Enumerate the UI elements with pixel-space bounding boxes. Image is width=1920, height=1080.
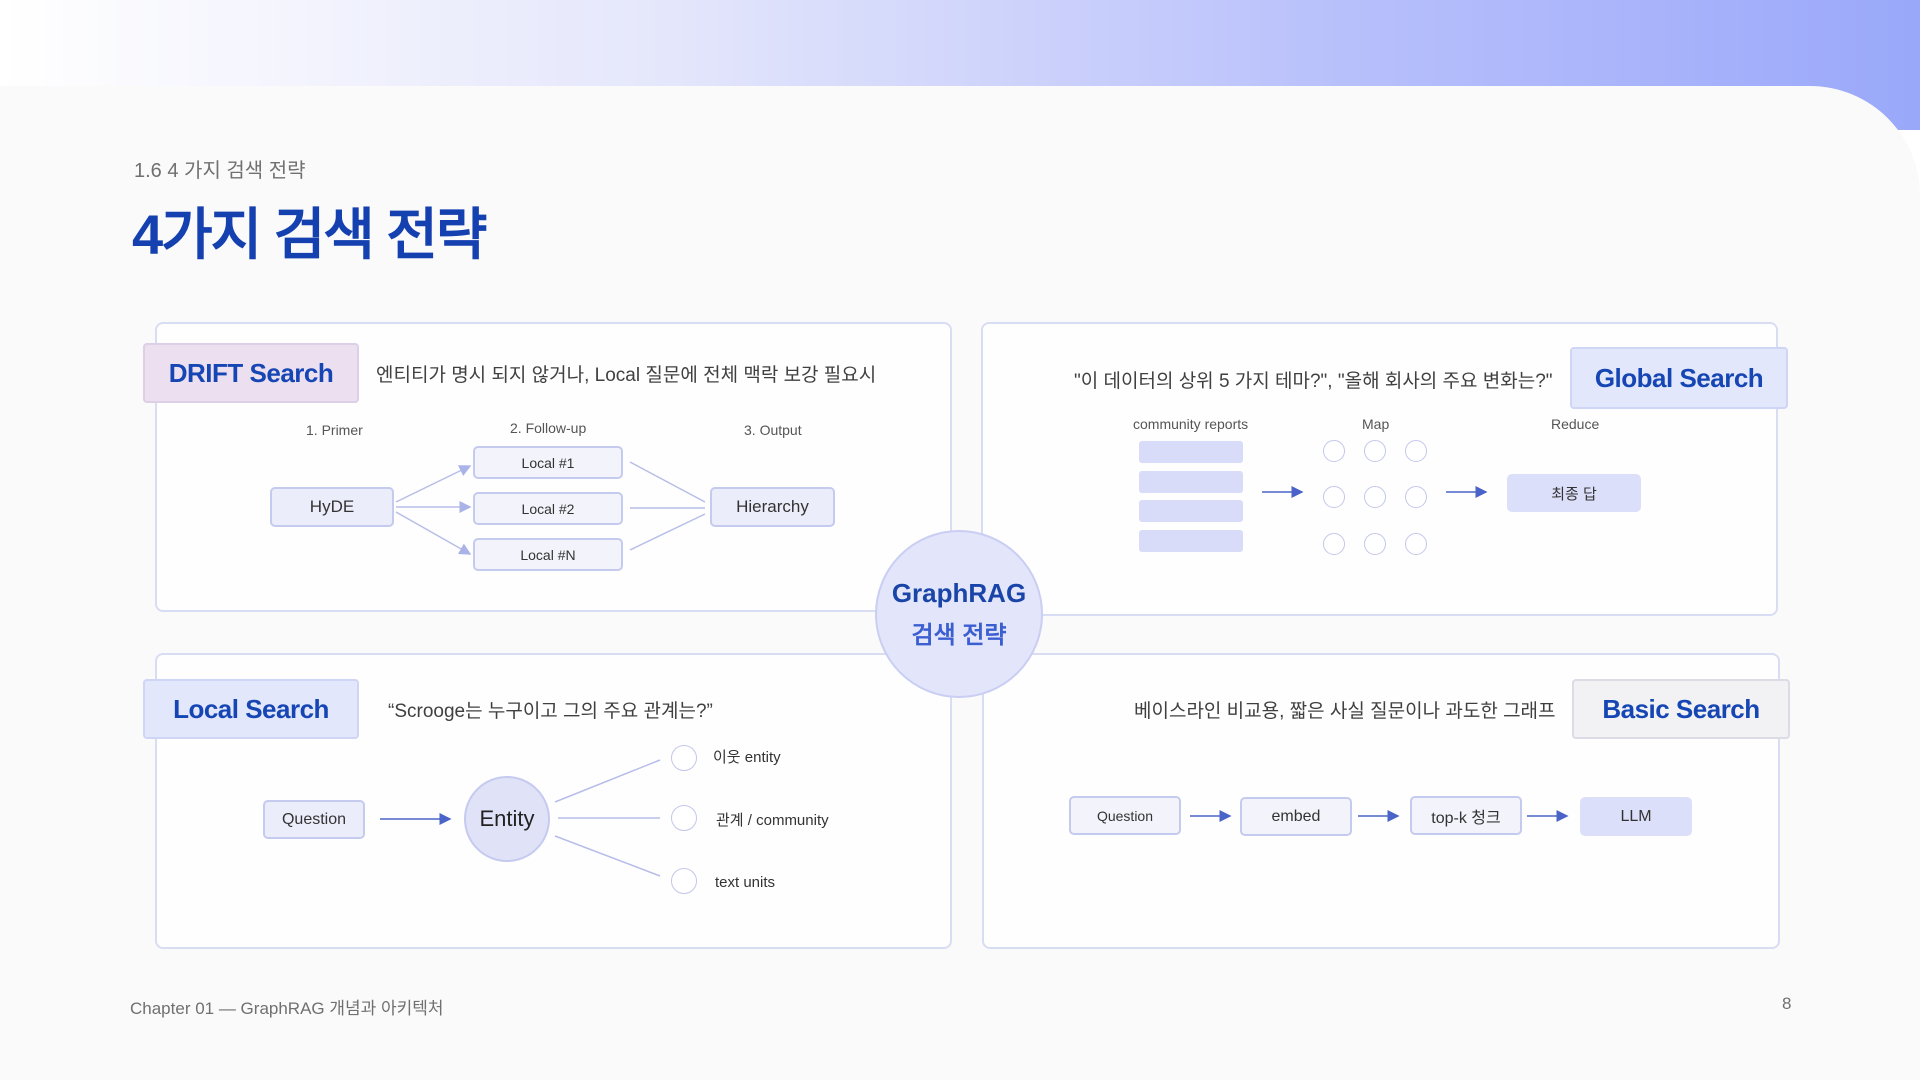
- basic-description: 베이스라인 비교용, 짧은 사실 질문이나 과도한 그래프: [1134, 701, 1556, 722]
- page-number: 8: [1782, 994, 1792, 1013]
- neighbor-entity-label: 이웃 entity: [713, 749, 781, 766]
- map-circle: [1405, 533, 1427, 555]
- drift-step-output: 3. Output: [744, 422, 802, 438]
- basic-search-tag: Basic Search: [1572, 679, 1790, 739]
- local-search-tag: Local Search: [143, 679, 359, 739]
- drift-description: 엔티티가 명시 되지 않거나, Local 질문에 전체 맥락 보강 필요시: [376, 365, 877, 386]
- map-circle: [1364, 486, 1386, 508]
- basic-question-node: Question: [1069, 796, 1181, 835]
- neighbor-entity-circle: [671, 745, 697, 771]
- map-circle: [1323, 440, 1345, 462]
- center-subtitle: 검색 전략: [911, 622, 1007, 649]
- center-title: GraphRAG: [891, 578, 1027, 608]
- topk-chunk-node: top-k 청크: [1410, 796, 1522, 835]
- chapter-footer: Chapter 01 — GraphRAG 개념과 아키텍처: [130, 999, 444, 1018]
- community-reports-label: community reports: [1133, 416, 1249, 432]
- map-circle: [1405, 486, 1427, 508]
- reduce-label: Reduce: [1551, 416, 1600, 432]
- llm-node: LLM: [1580, 797, 1692, 836]
- embed-node: embed: [1240, 797, 1352, 836]
- community-report-bar: [1139, 500, 1243, 522]
- map-circle: [1364, 440, 1386, 462]
- community-report-bar: [1139, 530, 1243, 552]
- local-question-node: Question: [263, 800, 365, 839]
- local-description: “Scrooge는 누구이고 그의 주요 관계는?”: [388, 701, 713, 722]
- global-search-tag: Global Search: [1570, 347, 1788, 409]
- local-1-node: Local #1: [473, 446, 623, 479]
- drift-step-primer: 1. Primer: [306, 422, 363, 438]
- global-description: "이 데이터의 상위 5 가지 테마?", "올해 회사의 주요 변화는?": [1074, 371, 1553, 392]
- hyde-node: HyDE: [270, 487, 394, 527]
- relation-community-circle: [671, 805, 697, 831]
- map-circle: [1323, 533, 1345, 555]
- community-report-bar: [1139, 441, 1243, 463]
- map-circle: [1323, 486, 1345, 508]
- drift-step-followup: 2. Follow-up: [510, 420, 587, 436]
- drift-search-tag: DRIFT Search: [143, 343, 359, 403]
- map-label: Map: [1362, 416, 1390, 432]
- community-report-bar: [1139, 471, 1243, 493]
- map-circle: [1405, 440, 1427, 462]
- final-answer-node: 최종 답: [1507, 474, 1641, 512]
- map-circle: [1364, 533, 1386, 555]
- hierarchy-node: Hierarchy: [710, 487, 835, 527]
- text-units-label: text units: [715, 874, 776, 891]
- relation-community-label: 관계 / community: [716, 812, 829, 829]
- entity-circle: Entity: [464, 776, 550, 862]
- local-n-node: Local #N: [473, 538, 623, 571]
- text-units-circle: [671, 868, 697, 894]
- graphrag-center-circle: GraphRAG 검색 전략: [875, 530, 1043, 698]
- local-2-node: Local #2: [473, 492, 623, 525]
